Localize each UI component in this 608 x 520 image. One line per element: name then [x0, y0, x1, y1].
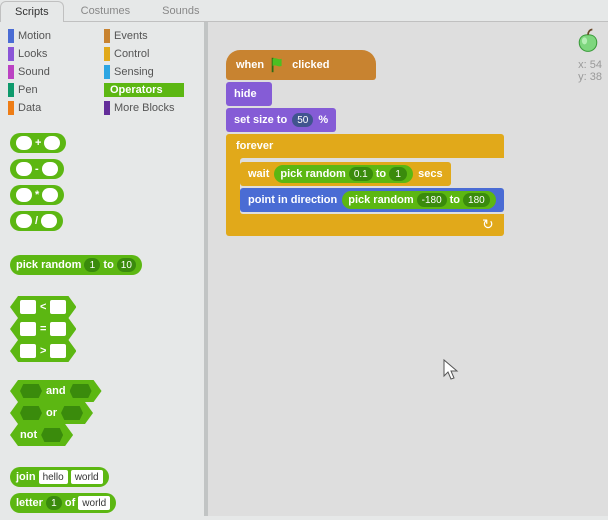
category-operators[interactable]: OperatorsOperators — [104, 82, 196, 98]
stage-x: 54 — [590, 59, 602, 71]
block-palette: Motion Events Looks Control Sound Sensin… — [0, 22, 208, 516]
tab-costumes-label: Costumes — [81, 5, 131, 17]
block-pick-random-direction[interactable]: pick random -180 to 180 — [342, 191, 496, 209]
block-subtract[interactable]: - — [10, 159, 64, 179]
looks-swatch — [8, 47, 14, 61]
category-sound[interactable]: Sound — [8, 64, 100, 80]
cursor-icon — [442, 358, 462, 382]
block-forever[interactable]: forever wait pick random 0.1 to 1 secs p — [226, 134, 504, 236]
block-point-in-direction[interactable]: point in direction pick random -180 to 1… — [240, 188, 504, 212]
category-pen[interactable]: Pen — [8, 82, 100, 98]
sound-swatch — [8, 65, 14, 79]
block-less-than[interactable]: < — [10, 296, 76, 318]
block-letter-of[interactable]: letter1ofworld — [10, 493, 116, 513]
size-input[interactable]: 50 — [292, 113, 313, 127]
more-swatch — [104, 101, 110, 115]
block-when-flag-clicked[interactable]: when clicked — [226, 50, 376, 80]
block-join[interactable]: joinhelloworld — [10, 467, 109, 487]
data-swatch — [8, 101, 14, 115]
dir-max-input[interactable]: 180 — [463, 193, 490, 207]
tab-costumes[interactable]: Costumes — [66, 0, 146, 21]
motion-swatch — [8, 29, 14, 43]
sensing-swatch — [104, 65, 110, 79]
wait-min-input[interactable]: 0.1 — [349, 167, 373, 181]
category-more[interactable]: More Blocks — [104, 100, 196, 116]
block-multiply[interactable]: * — [10, 185, 64, 205]
block-and[interactable]: and — [10, 380, 102, 402]
tab-sounds[interactable]: Sounds — [147, 0, 214, 21]
category-events[interactable]: Events — [104, 28, 196, 44]
tab-sounds-label: Sounds — [162, 5, 199, 17]
block-pick-random-wait[interactable]: pick random 0.1 to 1 — [274, 165, 413, 183]
category-control[interactable]: Control — [104, 46, 196, 62]
category-looks[interactable]: Looks — [8, 46, 100, 62]
block-greater-than[interactable]: > — [10, 340, 76, 362]
green-flag-icon — [269, 56, 287, 74]
sprite-info: x: 54y: 38 — [574, 26, 602, 83]
block-set-size[interactable]: set size to 50 % — [226, 108, 336, 132]
block-hide[interactable]: hide — [226, 82, 272, 106]
control-swatch — [104, 47, 110, 61]
dir-min-input[interactable]: -180 — [417, 193, 447, 207]
block-not[interactable]: not — [10, 424, 73, 446]
operators-swatch: Operators — [104, 83, 184, 97]
block-divide[interactable]: / — [10, 211, 63, 231]
pen-swatch — [8, 83, 14, 97]
block-or[interactable]: or — [10, 402, 93, 424]
block-wait[interactable]: wait pick random 0.1 to 1 secs — [240, 162, 451, 186]
script-stack[interactable]: when clicked hide set size to 50 % forev… — [226, 50, 504, 236]
script-canvas[interactable]: x: 54y: 38 when clicked hide set size to… — [208, 22, 608, 516]
category-data[interactable]: Data — [8, 100, 100, 116]
tab-scripts[interactable]: Scripts — [0, 1, 64, 22]
sprite-thumbnail-icon — [574, 26, 602, 54]
block-add[interactable]: + — [10, 133, 66, 153]
category-motion[interactable]: Motion — [8, 28, 100, 44]
tab-scripts-label: Scripts — [15, 6, 49, 18]
block-equals[interactable]: = — [10, 318, 76, 340]
category-sensing[interactable]: Sensing — [104, 64, 196, 80]
loop-arrow-icon: ↻ — [482, 216, 494, 233]
stage-y: 38 — [590, 71, 602, 83]
events-swatch — [104, 29, 110, 43]
wait-max-input[interactable]: 1 — [389, 167, 407, 181]
block-pick-random[interactable]: pick random1to10 — [10, 255, 142, 275]
